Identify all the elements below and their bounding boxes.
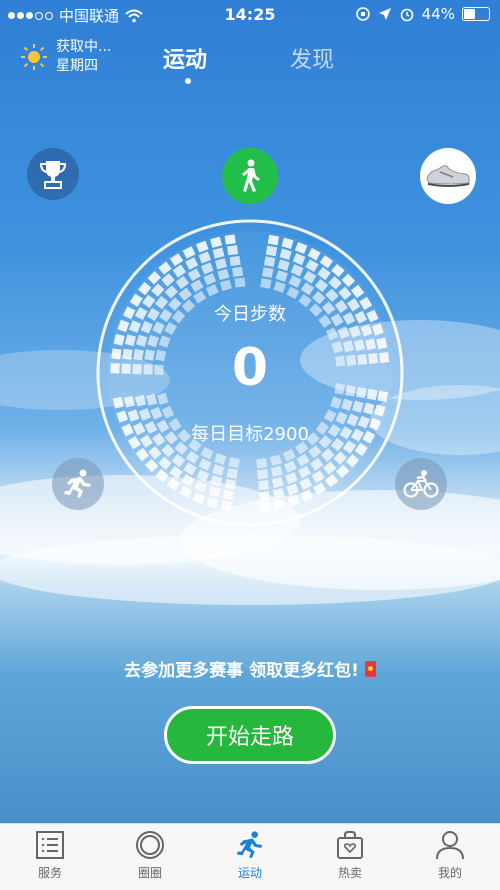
weather-status: 获取中... [56,39,112,55]
cycling-icon [403,470,439,498]
nav-mine[interactable]: 我的 [410,830,490,881]
nav-mine-label: 我的 [437,866,462,880]
steps-label: 今日步数 [214,304,286,325]
nav-service[interactable]: 服务 [10,830,90,881]
rotation-lock-icon [355,7,370,21]
alarm-icon [400,8,413,22]
promo-text: 去参加更多赛事 领取更多红包! [124,661,359,681]
trophy-button[interactable] [27,148,79,200]
walk-mode-button[interactable] [222,148,278,204]
person-icon [436,831,464,860]
walking-person-icon [242,159,260,192]
weather-widget[interactable]: 获取中... 星期四 [20,38,111,76]
battery-percent: 44% [421,5,455,23]
shoe-icon [426,165,470,187]
step-ring: 今日步数 0 每日目标2900 [95,218,405,528]
steps-count: 0 [231,338,269,398]
start-walking-button[interactable]: 开始走路 [164,706,336,764]
bag-icon [337,831,363,859]
nav-circle-label: 圈圈 [137,866,162,880]
running-person-icon [64,469,91,498]
tab-sport[interactable]: 运动 [163,42,207,74]
nav-circle[interactable]: 圈圈 [110,830,190,881]
shoe-button[interactable] [420,148,476,204]
bottom-nav: 服务 圈圈 运动 热卖 我的 [0,823,500,890]
battery-icon [462,7,490,21]
list-icon [36,831,64,859]
nav-sport[interactable]: 运动 [210,830,290,881]
runner-icon [236,831,263,859]
daily-goal: 每日目标2900 [191,424,309,445]
ring-icon [136,831,164,859]
location-icon [378,8,391,20]
status-bar: 中国联通 14:25 44% [0,0,500,30]
tab-discover[interactable]: 发现 [290,42,334,74]
nav-sport-label: 运动 [237,866,262,880]
active-tab-indicator [185,78,191,84]
red-packet-icon [364,660,376,677]
promo-banner[interactable]: 去参加更多赛事 领取更多红包! [0,656,500,681]
nav-hot-sale[interactable]: 热卖 [310,830,390,881]
nav-service-label: 服务 [37,866,62,880]
nav-hot-sale-label: 热卖 [337,866,362,880]
trophy-icon [39,161,67,189]
sun-icon [21,44,47,70]
weekday: 星期四 [56,58,98,74]
